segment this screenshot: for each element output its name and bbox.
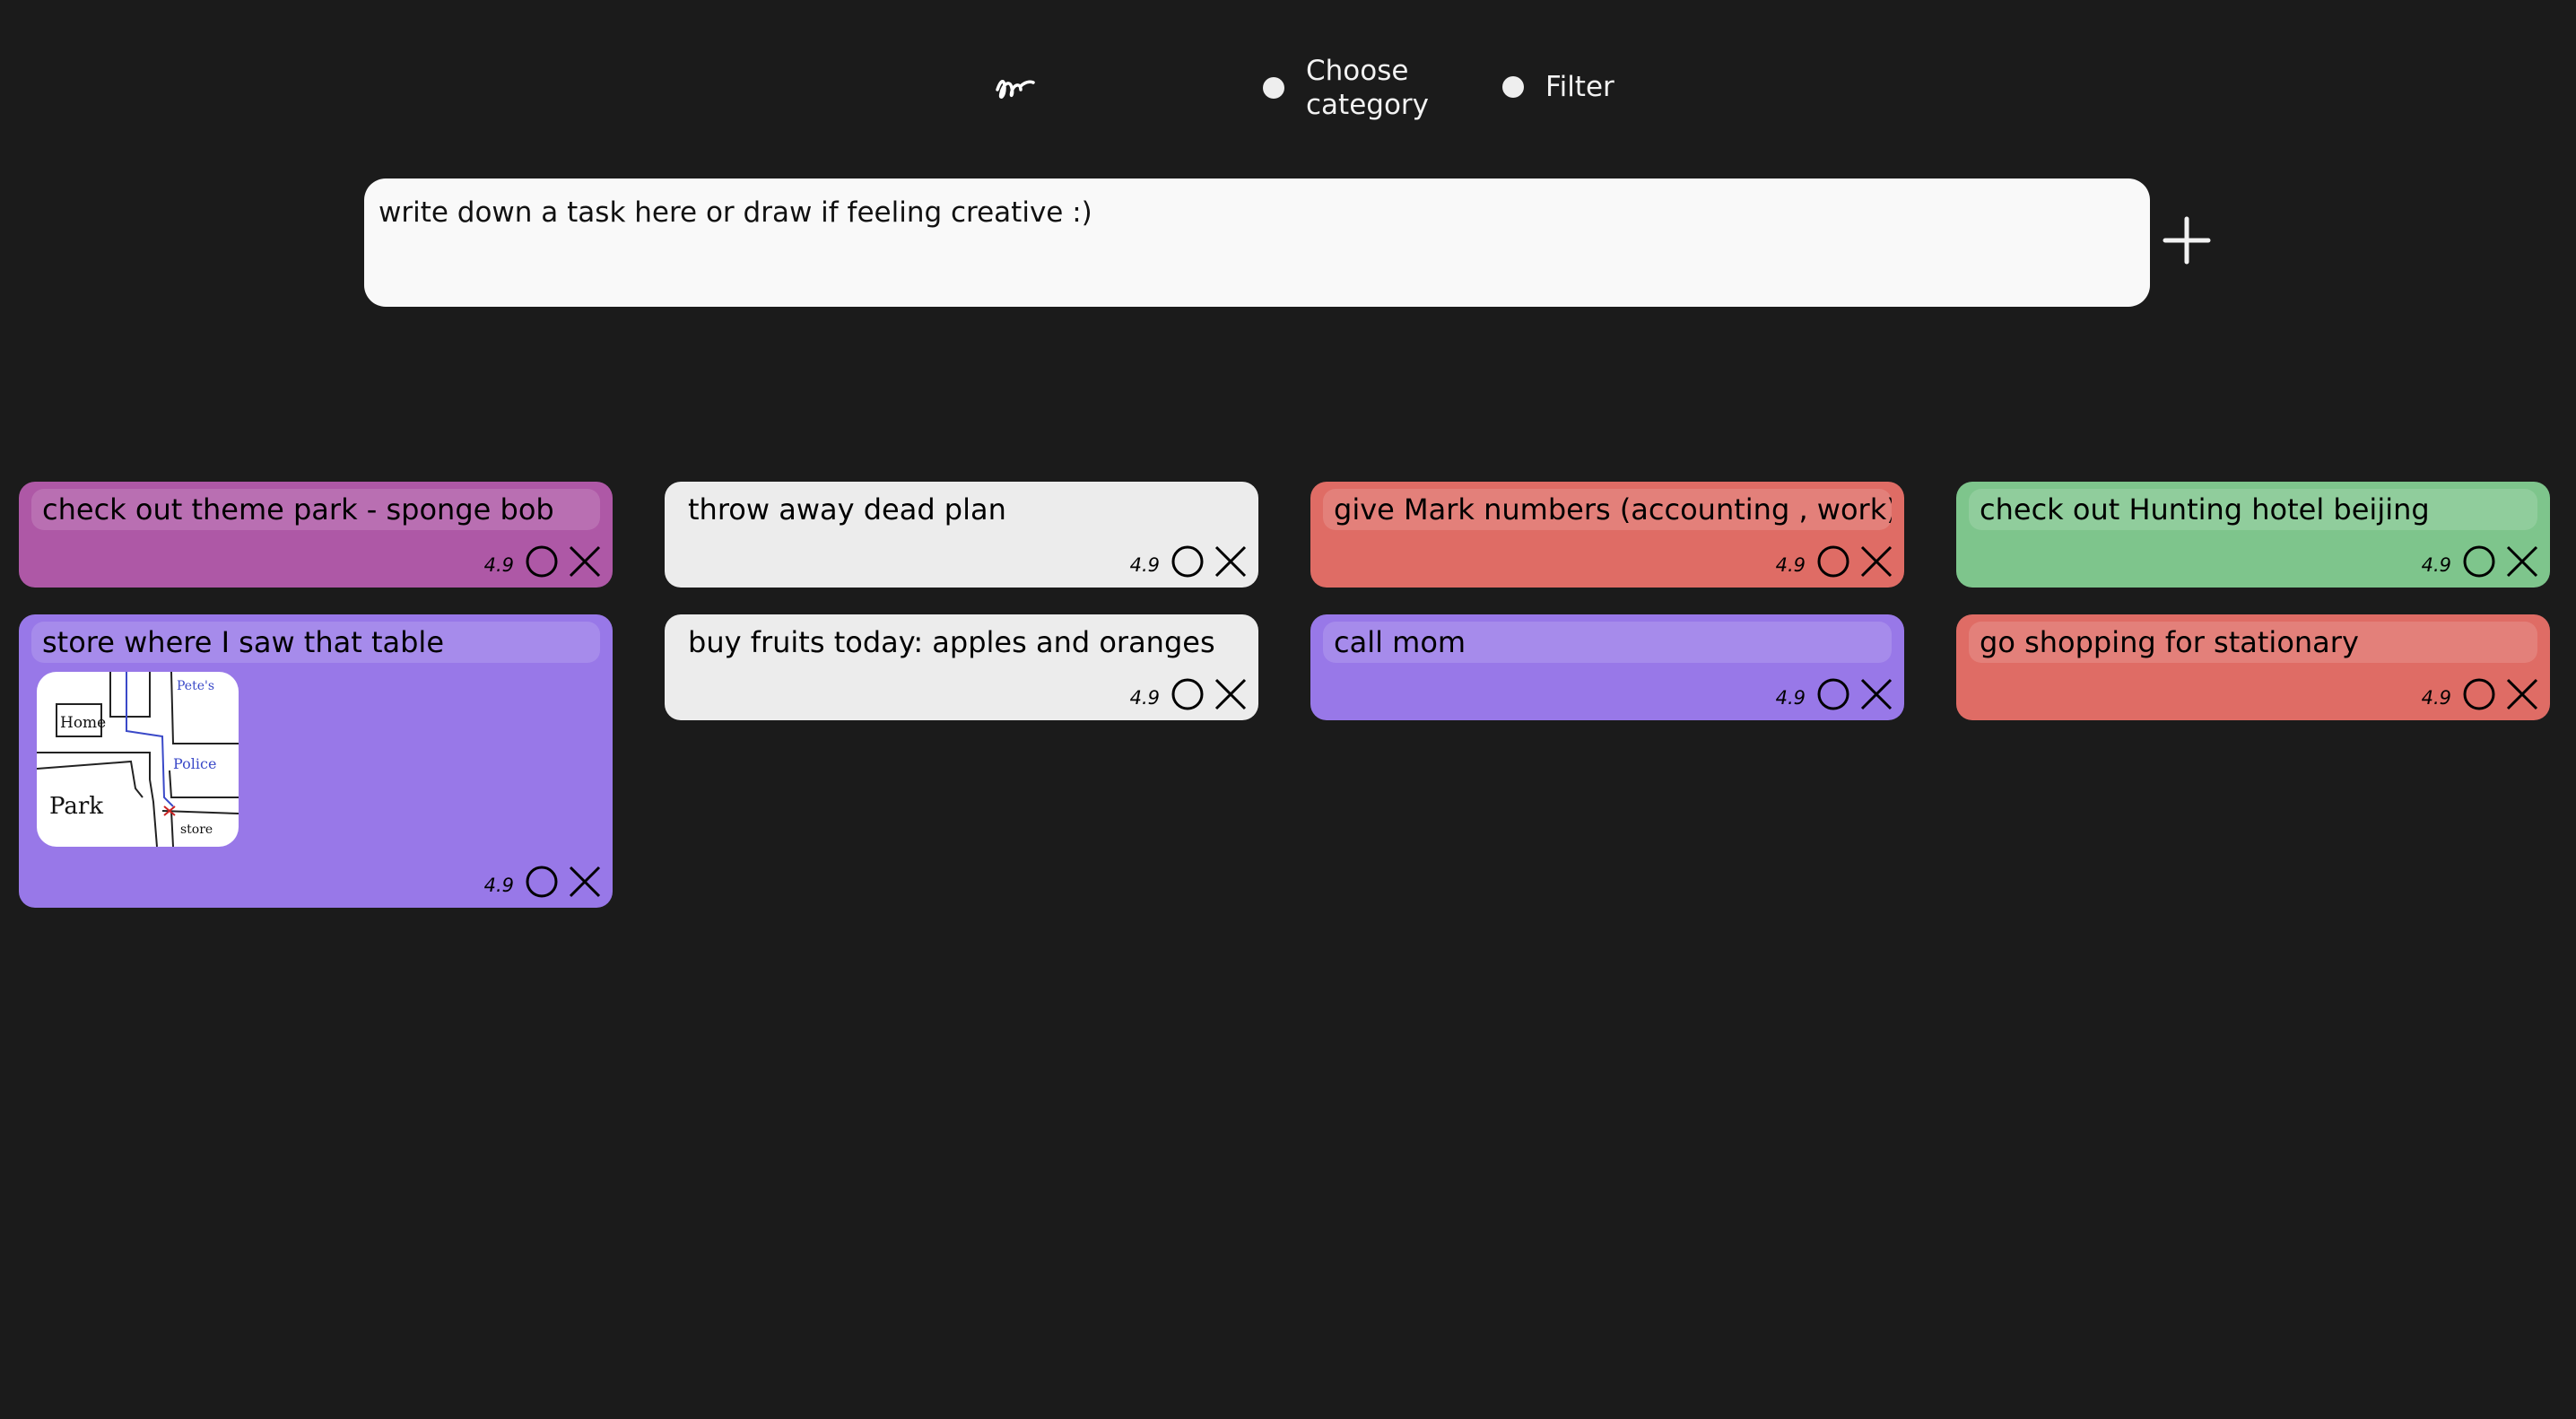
task-score: 4.9 xyxy=(2421,687,2451,709)
sketch-label-store: store xyxy=(180,823,213,837)
circle-complete-icon[interactable] xyxy=(1171,677,1205,711)
task-title[interactable]: store where I saw that table xyxy=(31,622,600,663)
circle-complete-icon[interactable] xyxy=(1816,677,1850,711)
task-footer: 4.9 xyxy=(484,543,602,580)
close-icon[interactable] xyxy=(2505,677,2539,711)
task-score: 4.9 xyxy=(2421,554,2451,576)
task-footer: 4.9 xyxy=(2422,675,2539,713)
close-icon[interactable] xyxy=(1859,677,1893,711)
task-title[interactable]: go shopping for stationary xyxy=(1969,622,2537,663)
close-icon[interactable] xyxy=(1214,544,1248,579)
sketch-label-petes: Pete's xyxy=(177,679,214,693)
circle-complete-icon[interactable] xyxy=(2462,544,2496,579)
circle-complete-icon[interactable] xyxy=(1816,544,1850,579)
circle-complete-icon[interactable] xyxy=(525,865,559,899)
task-card[interactable]: check out theme park - sponge bob 4.9 xyxy=(19,482,613,588)
close-icon[interactable] xyxy=(1859,544,1893,579)
task-score: 4.9 xyxy=(1129,554,1160,576)
task-input[interactable]: write down a task here or draw if feelin… xyxy=(364,178,2150,307)
task-score: 4.9 xyxy=(483,554,514,576)
sketch-label-park: Park xyxy=(49,793,103,820)
task-card[interactable]: go shopping for stationary 4.9 xyxy=(1956,614,2550,720)
choose-category-option[interactable]: Choose category xyxy=(1263,54,1429,122)
task-footer: 4.9 xyxy=(1776,675,1893,713)
task-footer: 4.9 xyxy=(1776,543,1893,580)
task-score: 4.9 xyxy=(1129,687,1160,709)
filter-option[interactable]: Filter xyxy=(1502,70,1614,104)
close-icon[interactable] xyxy=(568,865,602,899)
task-footer: 4.9 xyxy=(2422,543,2539,580)
task-title[interactable]: check out Hunting hotel beijing xyxy=(1969,489,2537,530)
task-card[interactable]: give Mark numbers (accounting , work) 4.… xyxy=(1310,482,1904,588)
task-title[interactable]: check out theme park - sponge bob xyxy=(31,489,600,530)
task-card[interactable]: throw away dead plan 4.9 xyxy=(665,482,1258,588)
map-sketch-drawing: Home Pete's Police Park store xyxy=(37,672,239,847)
circle-complete-icon[interactable] xyxy=(525,544,559,579)
task-score: 4.9 xyxy=(1775,687,1806,709)
toolbar: Choose category Filter xyxy=(978,52,1641,124)
filter-label: Filter xyxy=(1545,71,1614,103)
task-sketch[interactable]: Home Pete's Police Park store xyxy=(37,672,239,847)
task-footer: 4.9 xyxy=(1130,675,1248,713)
task-card[interactable]: call mom 4.9 xyxy=(1310,614,1904,720)
close-icon[interactable] xyxy=(1214,677,1248,711)
task-card[interactable]: buy fruits today: apples and oranges 4.9 xyxy=(665,614,1258,720)
close-icon[interactable] xyxy=(2505,544,2539,579)
sketch-label-home: Home xyxy=(60,714,106,732)
task-card[interactable]: store where I saw that table Home Pete's xyxy=(19,614,613,908)
task-title[interactable]: throw away dead plan xyxy=(677,489,1246,530)
task-title[interactable]: give Mark numbers (accounting , work) xyxy=(1323,489,1892,530)
sketch-label-police: Police xyxy=(173,755,216,772)
task-score: 4.9 xyxy=(1775,554,1806,576)
task-title[interactable]: buy fruits today: apples and oranges xyxy=(677,622,1246,663)
scribble-icon[interactable] xyxy=(994,70,1037,106)
task-title[interactable]: call mom xyxy=(1323,622,1892,663)
category-radio[interactable] xyxy=(1263,77,1284,99)
task-footer: 4.9 xyxy=(1130,543,1248,580)
circle-complete-icon[interactable] xyxy=(1171,544,1205,579)
task-card[interactable]: check out Hunting hotel beijing 4.9 xyxy=(1956,482,2550,588)
circle-complete-icon[interactable] xyxy=(2462,677,2496,711)
task-score: 4.9 xyxy=(483,875,514,896)
task-footer: 4.9 xyxy=(484,863,602,901)
filter-radio[interactable] xyxy=(1502,76,1524,98)
plus-icon[interactable] xyxy=(2162,215,2212,266)
choose-category-label: Choose category xyxy=(1306,55,1430,121)
close-icon[interactable] xyxy=(568,544,602,579)
